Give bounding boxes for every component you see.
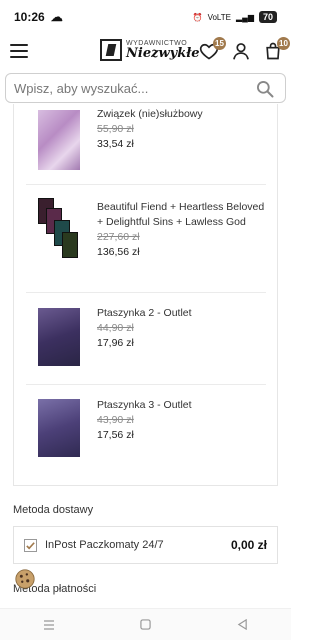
logo-mark-icon (100, 39, 122, 61)
product-price: 17,96 zł (97, 337, 134, 349)
battery-indicator: 70 (258, 11, 277, 23)
menu-icon[interactable] (10, 44, 28, 58)
divider (26, 292, 266, 293)
app-header: Wydawnictwo Niezwykłe 15 10 (0, 34, 291, 68)
cookie-icon (15, 569, 35, 589)
square-icon (140, 619, 151, 630)
divider (26, 184, 266, 185)
product-title[interactable]: Beautiful Fiend + Heartless Beloved + De… (97, 200, 269, 230)
wishlist-button[interactable]: 15 (199, 37, 226, 61)
product-old-price: 44,90 zł (97, 322, 134, 334)
product-title[interactable]: Związek (nie)służbowy (97, 107, 269, 122)
delivery-section-title: Metoda dostawy (13, 504, 94, 516)
delivery-option-label: InPost Paczkomaty 24/7 (45, 539, 164, 551)
product-old-price: 55,90 zł (97, 123, 134, 135)
product-cover-image[interactable] (38, 308, 80, 366)
network-label: VoLTE (207, 12, 231, 22)
cart-count-badge: 10 (277, 37, 290, 50)
delivery-option[interactable]: InPost Paczkomaty 24/7 0,00 zł (13, 526, 278, 564)
user-icon (233, 43, 249, 60)
back-triangle-icon (237, 619, 247, 630)
search-bar (5, 73, 286, 103)
signal-icon: ▂▄▆ (236, 12, 254, 22)
checkmark-icon (26, 541, 35, 549)
system-nav-bar (0, 608, 291, 640)
cloud-icon: ☁ (50, 10, 63, 24)
product-old-price: 227,60 zł (97, 231, 140, 243)
alarm-icon: ⏰ (192, 12, 203, 22)
back-button[interactable] (233, 615, 253, 635)
menu-lines-icon (43, 619, 54, 630)
product-cover-image[interactable] (38, 198, 82, 266)
status-bar: 10:26 ☁ ⏰ VoLTE ▂▄▆ 70 (0, 0, 291, 34)
search-input[interactable] (14, 80, 249, 96)
product-title[interactable]: Ptaszynka 3 - Outlet (97, 398, 269, 413)
product-old-price: 43,90 zł (97, 414, 134, 426)
product-price: 136,56 zł (97, 246, 140, 258)
product-title[interactable]: Ptaszynka 2 - Outlet (97, 306, 269, 321)
delivery-checkbox[interactable] (24, 538, 37, 552)
cart-button[interactable]: 10 (263, 37, 290, 61)
recent-apps-button[interactable] (39, 615, 59, 635)
logo-line2: Niezwykłe (126, 46, 200, 61)
wishlist-count-badge: 15 (213, 37, 226, 50)
account-button[interactable] (231, 41, 251, 61)
logo[interactable]: Wydawnictwo Niezwykłe (100, 39, 200, 61)
cart-product-list: Związek (nie)służbowy 55,90 zł 33,54 zł … (13, 104, 278, 486)
divider (26, 384, 266, 385)
product-price: 17,56 zł (97, 429, 134, 441)
delivery-option-price: 0,00 zł (230, 538, 267, 552)
product-price: 33,54 zł (97, 138, 134, 150)
home-button[interactable] (136, 615, 156, 635)
search-icon[interactable] (255, 79, 275, 99)
cookie-settings-button[interactable] (14, 568, 36, 590)
product-cover-image[interactable] (38, 110, 80, 170)
product-cover-image[interactable] (38, 399, 80, 457)
status-time: 10:26 (14, 10, 45, 24)
